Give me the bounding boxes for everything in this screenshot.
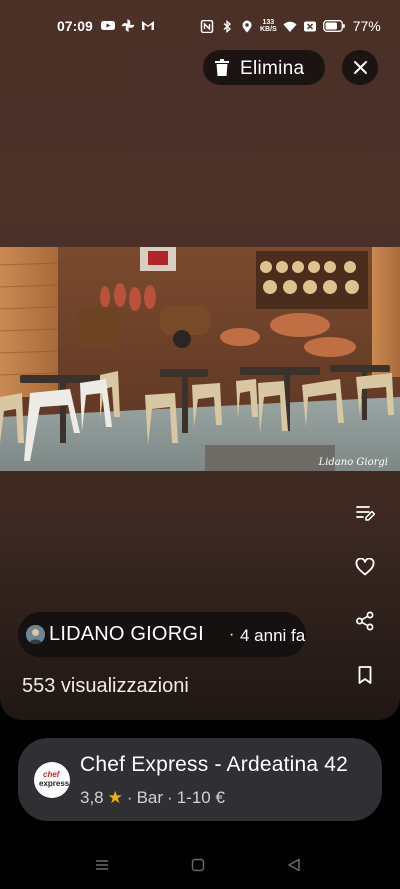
restaurant-interior-image: Lidano Giorgi [0, 247, 400, 471]
close-button[interactable] [342, 50, 378, 85]
gmail-icon [142, 21, 154, 30]
recent-apps-button[interactable] [92, 855, 112, 875]
status-bar: 07:09 133 KB/S 77% [0, 0, 400, 50]
place-meta: 3,8 ★ · Bar · 1-10 € [80, 788, 225, 808]
back-button[interactable] [284, 855, 304, 875]
back-triangle-icon [288, 858, 300, 872]
place-price: 1-10 € [176, 788, 225, 807]
network-speed-unit: KB/S [260, 26, 277, 33]
author-name: LIDANO GIORGI [49, 623, 204, 645]
square-icon [191, 858, 205, 872]
save-button[interactable] [350, 660, 380, 690]
place-logo-line1: chef [43, 770, 60, 779]
author-chip[interactable]: LIDANO GIORGI · 4 anni fa [18, 612, 306, 657]
like-button[interactable] [350, 552, 380, 582]
share-icon [356, 611, 374, 631]
youtube-icon [101, 21, 115, 30]
avatar [26, 625, 45, 644]
trash-icon [215, 59, 229, 76]
battery-icon [322, 20, 345, 32]
place-card[interactable]: chef express Chef Express - Ardeatina 42… [18, 738, 382, 821]
photo-viewer: 07:09 133 KB/S 77% Elimina Lidano Giorgi… [0, 0, 400, 720]
place-logo-line2: express [39, 779, 70, 788]
wifi-icon [283, 21, 297, 32]
place-logo: chef express [34, 762, 70, 798]
network-speed-value: 133 [262, 19, 275, 26]
delete-button-label: Elimina [240, 58, 305, 79]
star-icon: ★ [107, 788, 123, 807]
close-icon [353, 61, 367, 74]
photo-watermark: Lidano Giorgi [318, 457, 388, 468]
heart-icon [355, 558, 375, 576]
battery-percentage: 77% [352, 18, 381, 34]
system-nav-bar [0, 845, 400, 889]
bookmark-icon [358, 666, 372, 684]
edit-note-icon [356, 506, 375, 521]
share-button[interactable] [350, 606, 380, 636]
status-time: 07:09 [57, 18, 93, 34]
bluetooth-icon [223, 19, 232, 33]
notification-icons [101, 19, 155, 32]
author-separator: · [229, 626, 235, 643]
nfc-icon [200, 19, 214, 33]
system-icons: 133 KB/S 77% [200, 18, 381, 34]
network-speed: 133 KB/S [260, 19, 277, 33]
location-icon [242, 20, 252, 32]
place-name: Chef Express - Ardeatina 42 [80, 753, 349, 776]
menu-icon [96, 860, 108, 870]
home-button[interactable] [188, 855, 208, 875]
view-count: 553 visualizzazioni [22, 675, 189, 697]
place-category: Bar [136, 788, 164, 807]
place-rating: 3,8 [80, 788, 104, 807]
sim-icon [303, 21, 316, 31]
place-meta-separator: · [126, 788, 133, 807]
delete-button[interactable]: Elimina [203, 50, 325, 85]
author-post-time: 4 anni fa [240, 626, 306, 645]
edit-caption-button[interactable] [350, 498, 380, 528]
place-meta-separator: · [167, 788, 173, 807]
restaurant-photo[interactable]: Lidano Giorgi [0, 247, 400, 471]
pinwheel-icon [121, 19, 135, 32]
